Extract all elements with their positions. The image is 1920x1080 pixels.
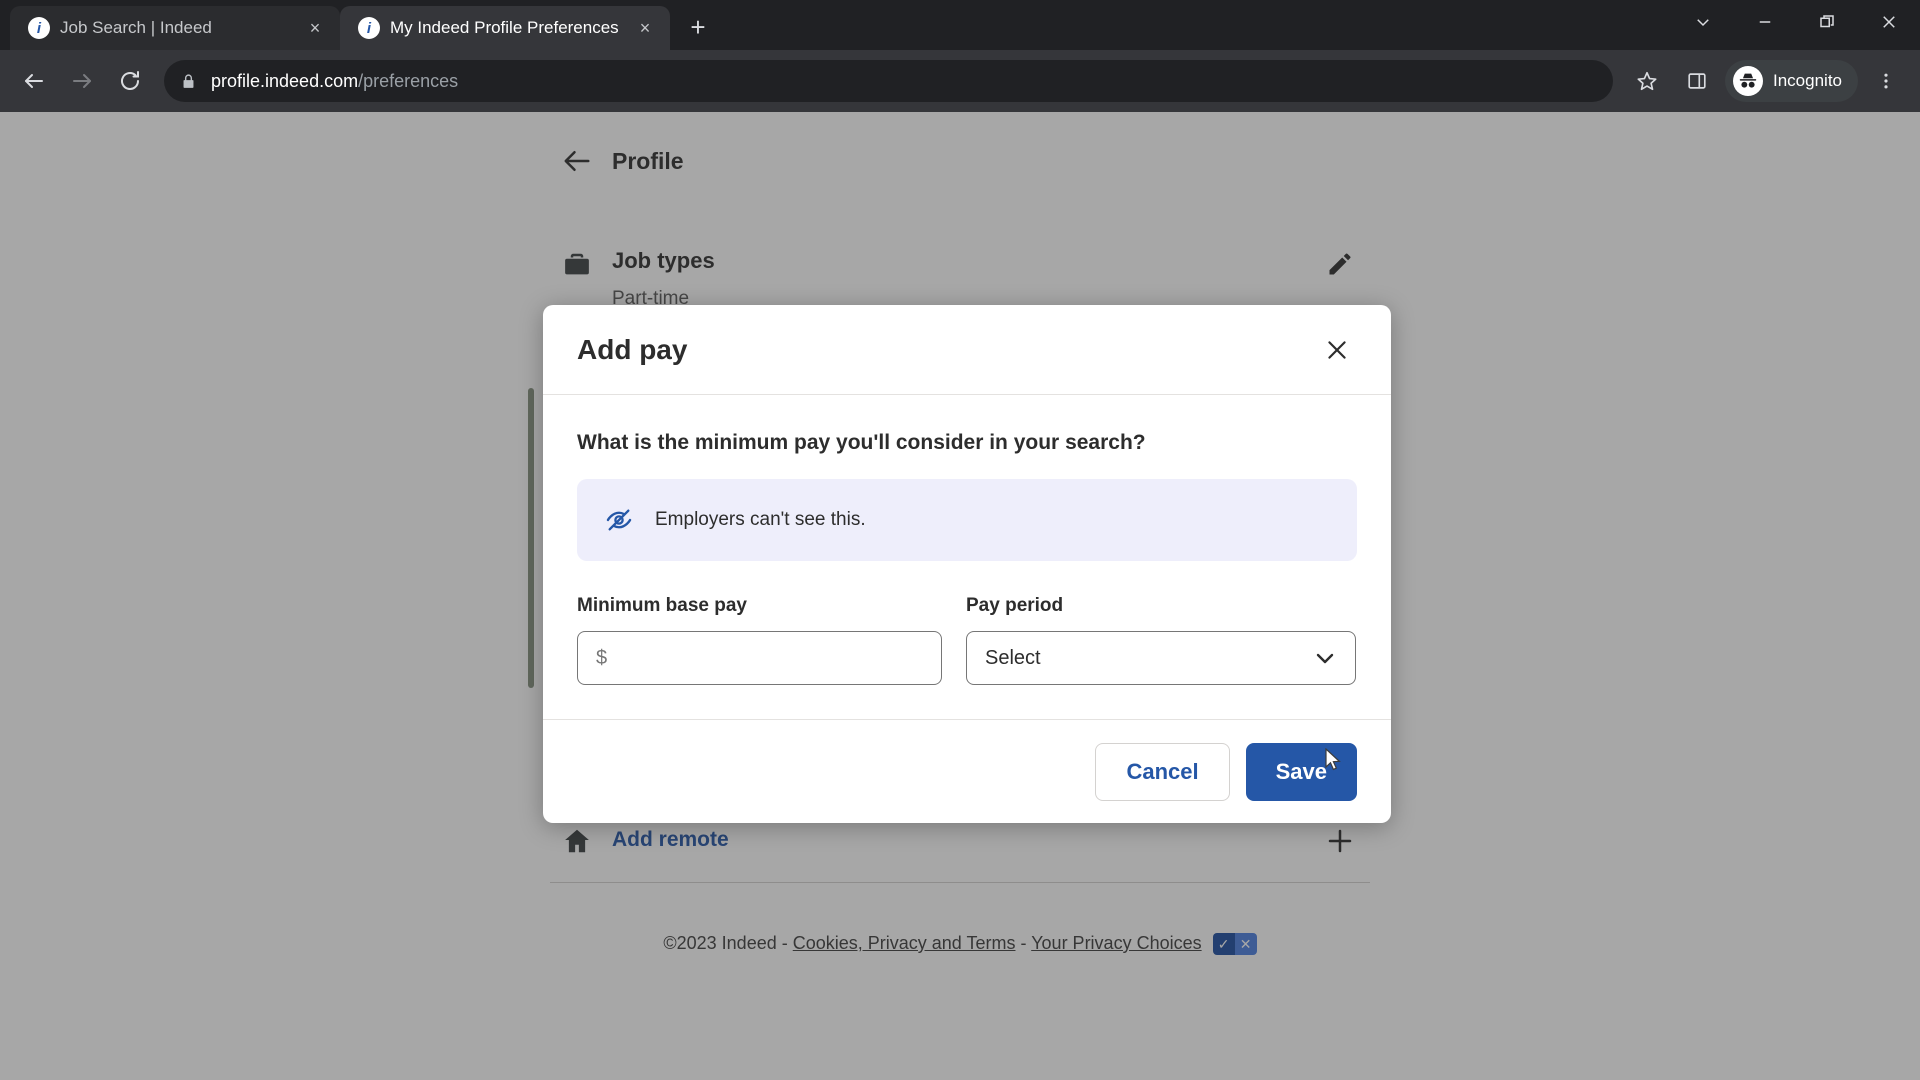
dialog-body: What is the minimum pay you'll consider … xyxy=(543,395,1391,719)
indeed-favicon: i xyxy=(358,17,380,39)
forward-icon[interactable] xyxy=(60,59,104,103)
incognito-label: Incognito xyxy=(1773,71,1842,90)
cancel-button[interactable]: Cancel xyxy=(1095,742,1230,801)
tab-title: Job Search | Indeed xyxy=(60,18,212,37)
reload-icon[interactable] xyxy=(108,59,152,103)
incognito-icon xyxy=(1733,66,1763,96)
browser-tab-profile-preferences[interactable]: i My Indeed Profile Preferences × xyxy=(340,6,670,50)
pay-period-field: Pay period Select xyxy=(966,595,1356,685)
minimize-icon[interactable] xyxy=(1734,0,1796,44)
mouse-cursor xyxy=(1325,748,1341,771)
dialog-question: What is the minimum pay you'll consider … xyxy=(577,431,1146,454)
browser-tab-job-search[interactable]: i Job Search | Indeed × xyxy=(10,6,340,50)
pay-period-select[interactable]: Select xyxy=(966,631,1356,685)
close-icon[interactable] xyxy=(1317,330,1357,370)
back-icon[interactable] xyxy=(12,59,56,103)
url-domain: profile.indeed.com xyxy=(211,70,359,91)
tab-strip: i Job Search | Indeed × i My Indeed Prof… xyxy=(0,0,1920,50)
side-panel-icon[interactable] xyxy=(1675,59,1719,103)
tab-close-icon[interactable]: × xyxy=(302,15,328,41)
privacy-notice-banner: Employers can't see this. xyxy=(577,479,1357,561)
tab-search-icon[interactable] xyxy=(1672,0,1734,44)
url-path: /preferences xyxy=(358,70,459,91)
tab-title: My Indeed Profile Preferences xyxy=(390,18,619,37)
minimum-base-pay-placeholder: $ xyxy=(596,646,608,669)
dialog-header: Add pay xyxy=(543,305,1391,395)
incognito-profile-chip[interactable]: Incognito xyxy=(1725,60,1858,102)
dialog-title: Add pay xyxy=(577,333,688,365)
pay-fields: Minimum base pay $ Pay period Select xyxy=(577,595,1357,685)
url-text: profile.indeed.com/preferences xyxy=(211,71,458,92)
tab-close-icon[interactable]: × xyxy=(632,15,658,41)
pay-period-selected-value: Select xyxy=(985,646,1041,669)
minimum-base-pay-input[interactable]: $ xyxy=(577,631,942,685)
address-bar[interactable]: profile.indeed.com/preferences xyxy=(164,60,1613,102)
window-controls xyxy=(1672,0,1920,44)
bookmark-star-icon[interactable] xyxy=(1625,59,1669,103)
add-pay-dialog: Add pay What is the minimum pay you'll c… xyxy=(543,305,1391,823)
minimum-base-pay-label: Minimum base pay xyxy=(577,595,747,616)
privacy-notice-text: Employers can't see this. xyxy=(655,509,866,530)
dialog-footer: Cancel Save xyxy=(543,719,1391,823)
browser-toolbar: profile.indeed.com/preferences Incognito xyxy=(0,50,1920,112)
eye-slash-icon xyxy=(605,506,633,534)
minimum-base-pay-field: Minimum base pay $ xyxy=(577,595,942,685)
pay-period-label: Pay period xyxy=(966,595,1064,616)
close-window-icon[interactable] xyxy=(1858,0,1920,44)
toolbar-right: Incognito xyxy=(1625,59,1908,103)
chrome-menu-icon[interactable] xyxy=(1864,59,1908,103)
chevron-down-icon xyxy=(1313,646,1337,670)
browser-window: i Job Search | Indeed × i My Indeed Prof… xyxy=(0,0,1920,1080)
indeed-favicon: i xyxy=(28,17,50,39)
new-tab-button[interactable]: + xyxy=(678,7,718,47)
maximize-icon[interactable] xyxy=(1796,0,1858,44)
lock-icon xyxy=(180,73,197,90)
